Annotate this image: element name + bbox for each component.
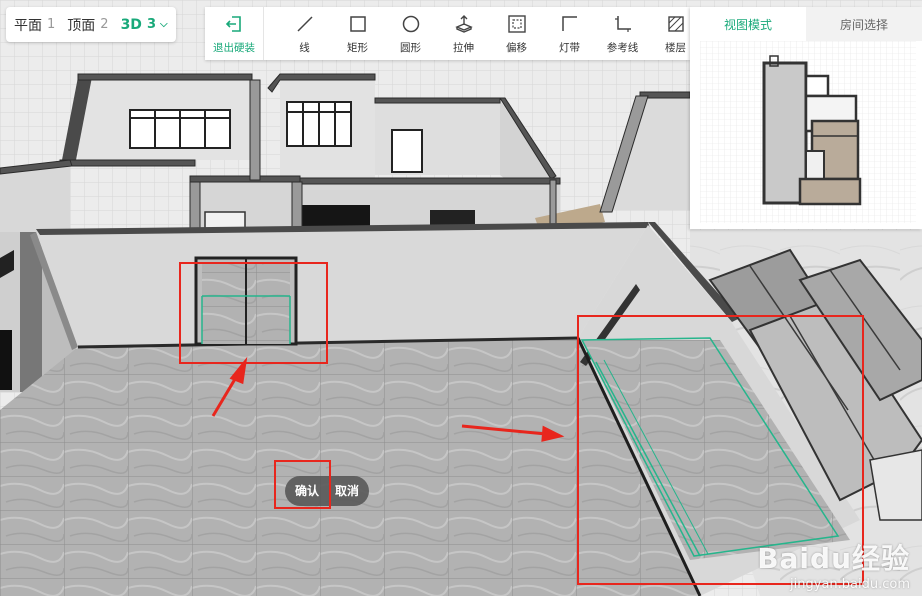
reference-line-tool-label: 参考线 [606,42,639,54]
tab-plan-num: 1 [47,17,56,32]
view-mode-tabs: 平面 1 顶面 2 3D 3 ⌵ [6,7,176,42]
floorplan-minimap[interactable] [700,41,916,223]
floor-slab-tool-button[interactable]: 楼层 [649,7,690,60]
extrude-tool-label: 拉伸 [453,42,474,54]
view-panel-tabs: 视图模式 房间选择 [690,7,922,41]
rectangle-icon [347,13,369,35]
exit-hardwear-label: 退出硬装 [213,42,255,54]
rectangle-tool-button[interactable]: 矩形 [331,7,384,60]
line-icon [294,13,316,35]
tab-plan[interactable]: 平面 1 [14,15,55,35]
circle-tool-button[interactable]: 圆形 [384,7,437,60]
tab-room-select[interactable]: 房间选择 [806,7,922,41]
tab-ceiling[interactable]: 顶面 2 [67,15,108,35]
reference-line-tool-button[interactable]: 参考线 [596,7,649,60]
light-strip-icon [559,13,581,35]
line-tool-label: 线 [299,42,310,54]
extrude-icon [453,13,475,35]
view-panel: 视图模式 房间选择 [690,7,922,229]
confirm-cancel-group: 确认 取消 [285,476,370,506]
circle-icon [400,13,422,35]
tab-ceiling-num: 2 [100,17,109,32]
tab-3d-num: 3 [146,17,156,32]
offset-tool-button[interactable]: 偏移 [490,7,543,60]
chevron-down-icon[interactable]: ⌵ [160,19,168,30]
line-tool-button[interactable]: 线 [278,7,331,60]
tab-plan-label: 平面 [14,17,42,34]
extrude-tool-button[interactable]: 拉伸 [437,7,490,60]
light-strip-tool-label: 灯带 [559,42,580,54]
watermark-logo: Baidu经验 [757,542,910,575]
tab-ceiling-label: 顶面 [67,17,96,34]
watermark-url: jingyan.baidu.com [790,577,910,592]
tab-view-mode[interactable]: 视图模式 [690,7,806,41]
exit-hardwear-button[interactable]: 退出硬装 [205,7,264,60]
baidu-watermark: Baidu经验 jingyan.baidu.com [757,537,910,592]
rectangle-tool-label: 矩形 [347,42,368,54]
floor-slab-icon [665,13,687,35]
tab-3d[interactable]: 3D 3 ⌵ [121,17,168,33]
reference-line-icon [612,13,634,35]
circle-tool-label: 圆形 [400,42,421,54]
hardwear-toolbar: 退出硬装 线 矩形 圆形 拉伸 偏移 灯带 参考线 楼层 [205,7,690,60]
tab-3d-label: 3D [120,16,142,33]
confirm-button[interactable]: 确认 [285,476,328,506]
light-strip-tool-button[interactable]: 灯带 [543,7,596,60]
floor-slab-tool-label: 楼层 [665,42,686,54]
offset-icon [506,13,528,35]
offset-tool-label: 偏移 [506,42,527,54]
exit-icon [223,13,245,35]
cancel-button[interactable]: 取消 [327,476,370,506]
